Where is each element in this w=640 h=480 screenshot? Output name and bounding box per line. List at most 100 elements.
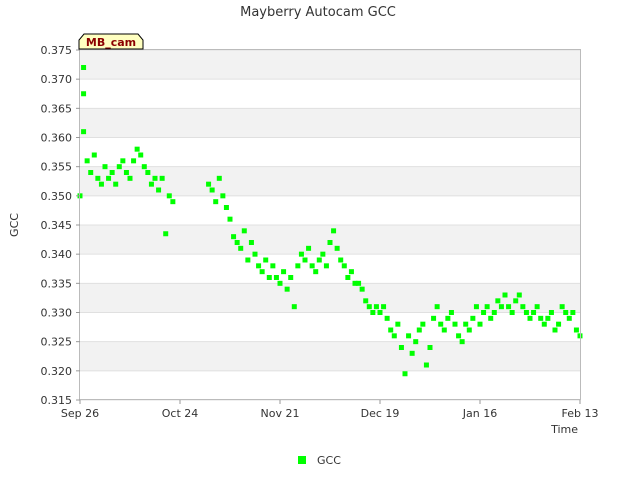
data-point [209, 187, 215, 193]
data-point [84, 158, 90, 164]
data-point [91, 152, 97, 158]
data-point [231, 234, 237, 240]
y-tick-label: 0.320 [41, 365, 73, 378]
x-tick-label: Dec 19 [361, 407, 400, 420]
data-point [248, 240, 254, 245]
data-point [259, 269, 265, 275]
data-point [216, 175, 222, 181]
data-point [373, 304, 379, 310]
data-point [148, 181, 154, 187]
data-point [370, 310, 376, 315]
data-point [559, 304, 565, 310]
data-point [206, 181, 212, 187]
legend-swatch [298, 456, 306, 464]
y-tick-label: 0.315 [41, 394, 73, 407]
data-point [302, 257, 308, 263]
grid-band [80, 79, 580, 109]
data-point [341, 263, 347, 269]
data-point [409, 350, 415, 356]
data-point [320, 251, 326, 257]
data-point [334, 245, 340, 251]
x-tick-label: Jan 16 [462, 407, 497, 420]
data-point [495, 298, 501, 304]
data-point [516, 292, 522, 298]
data-point [113, 181, 119, 187]
data-point [81, 91, 87, 97]
data-point [273, 275, 279, 280]
data-point [281, 269, 287, 275]
grid-band [80, 195, 580, 225]
data-point [381, 304, 387, 310]
data-point [402, 371, 408, 377]
data-point [252, 251, 258, 257]
data-point [523, 310, 529, 315]
data-point [481, 310, 487, 315]
x-axis-title: Time [550, 423, 578, 436]
data-point [463, 321, 469, 327]
data-point [170, 199, 176, 205]
data-point [266, 275, 272, 280]
data-point [470, 315, 476, 321]
data-point [548, 310, 554, 315]
data-point [395, 321, 401, 327]
data-point [416, 327, 422, 333]
data-point [141, 164, 147, 170]
y-axis-ticks: 0.315 0.320 0.325 0.330 0.335 0.340 0.345 0.350… [41, 44, 80, 407]
data-point [163, 231, 169, 237]
data-point [234, 240, 240, 245]
data-point [213, 199, 219, 205]
grid-band [80, 50, 580, 80]
data-point [570, 310, 576, 315]
data-point [88, 170, 94, 175]
data-point [459, 339, 465, 345]
x-tick-label: Oct 24 [162, 407, 199, 420]
data-point [552, 327, 558, 333]
data-point [484, 304, 490, 310]
data-point [109, 170, 115, 175]
data-point [295, 263, 301, 269]
data-point [263, 257, 269, 263]
data-point [413, 339, 419, 345]
data-point [270, 263, 276, 269]
data-point [406, 333, 412, 339]
grid-bands [80, 49, 580, 401]
grid-band [80, 370, 580, 400]
data-point [306, 245, 312, 251]
data-point [288, 275, 294, 280]
data-point [438, 321, 444, 327]
data-point [377, 310, 383, 315]
y-tick-label: 0.325 [41, 336, 73, 349]
y-tick-label: 0.355 [41, 161, 73, 174]
grid-band [80, 254, 580, 284]
data-point [98, 181, 104, 187]
data-point [531, 310, 537, 315]
data-point [81, 65, 87, 70]
data-point [466, 327, 472, 333]
data-point [223, 205, 229, 210]
data-point [527, 315, 533, 321]
data-point [256, 263, 262, 269]
data-point [102, 164, 108, 170]
data-point [95, 175, 101, 181]
data-point [291, 304, 297, 310]
data-point [238, 245, 244, 251]
data-point [345, 275, 351, 280]
data-point [498, 304, 504, 310]
grid-band [80, 341, 580, 371]
data-point [106, 175, 112, 181]
data-point [556, 321, 562, 327]
data-point [384, 315, 390, 321]
data-point [448, 310, 454, 315]
data-point [388, 327, 394, 333]
data-point [563, 310, 569, 315]
data-point [427, 345, 433, 350]
data-point [127, 175, 133, 181]
grid-band [80, 137, 580, 167]
data-point [520, 304, 526, 310]
legend-label: GCC [317, 454, 341, 467]
data-point [166, 193, 172, 199]
data-point [156, 187, 162, 193]
data-point [131, 158, 137, 164]
x-tick-label: Feb 13 [562, 407, 599, 420]
data-point [538, 315, 544, 321]
